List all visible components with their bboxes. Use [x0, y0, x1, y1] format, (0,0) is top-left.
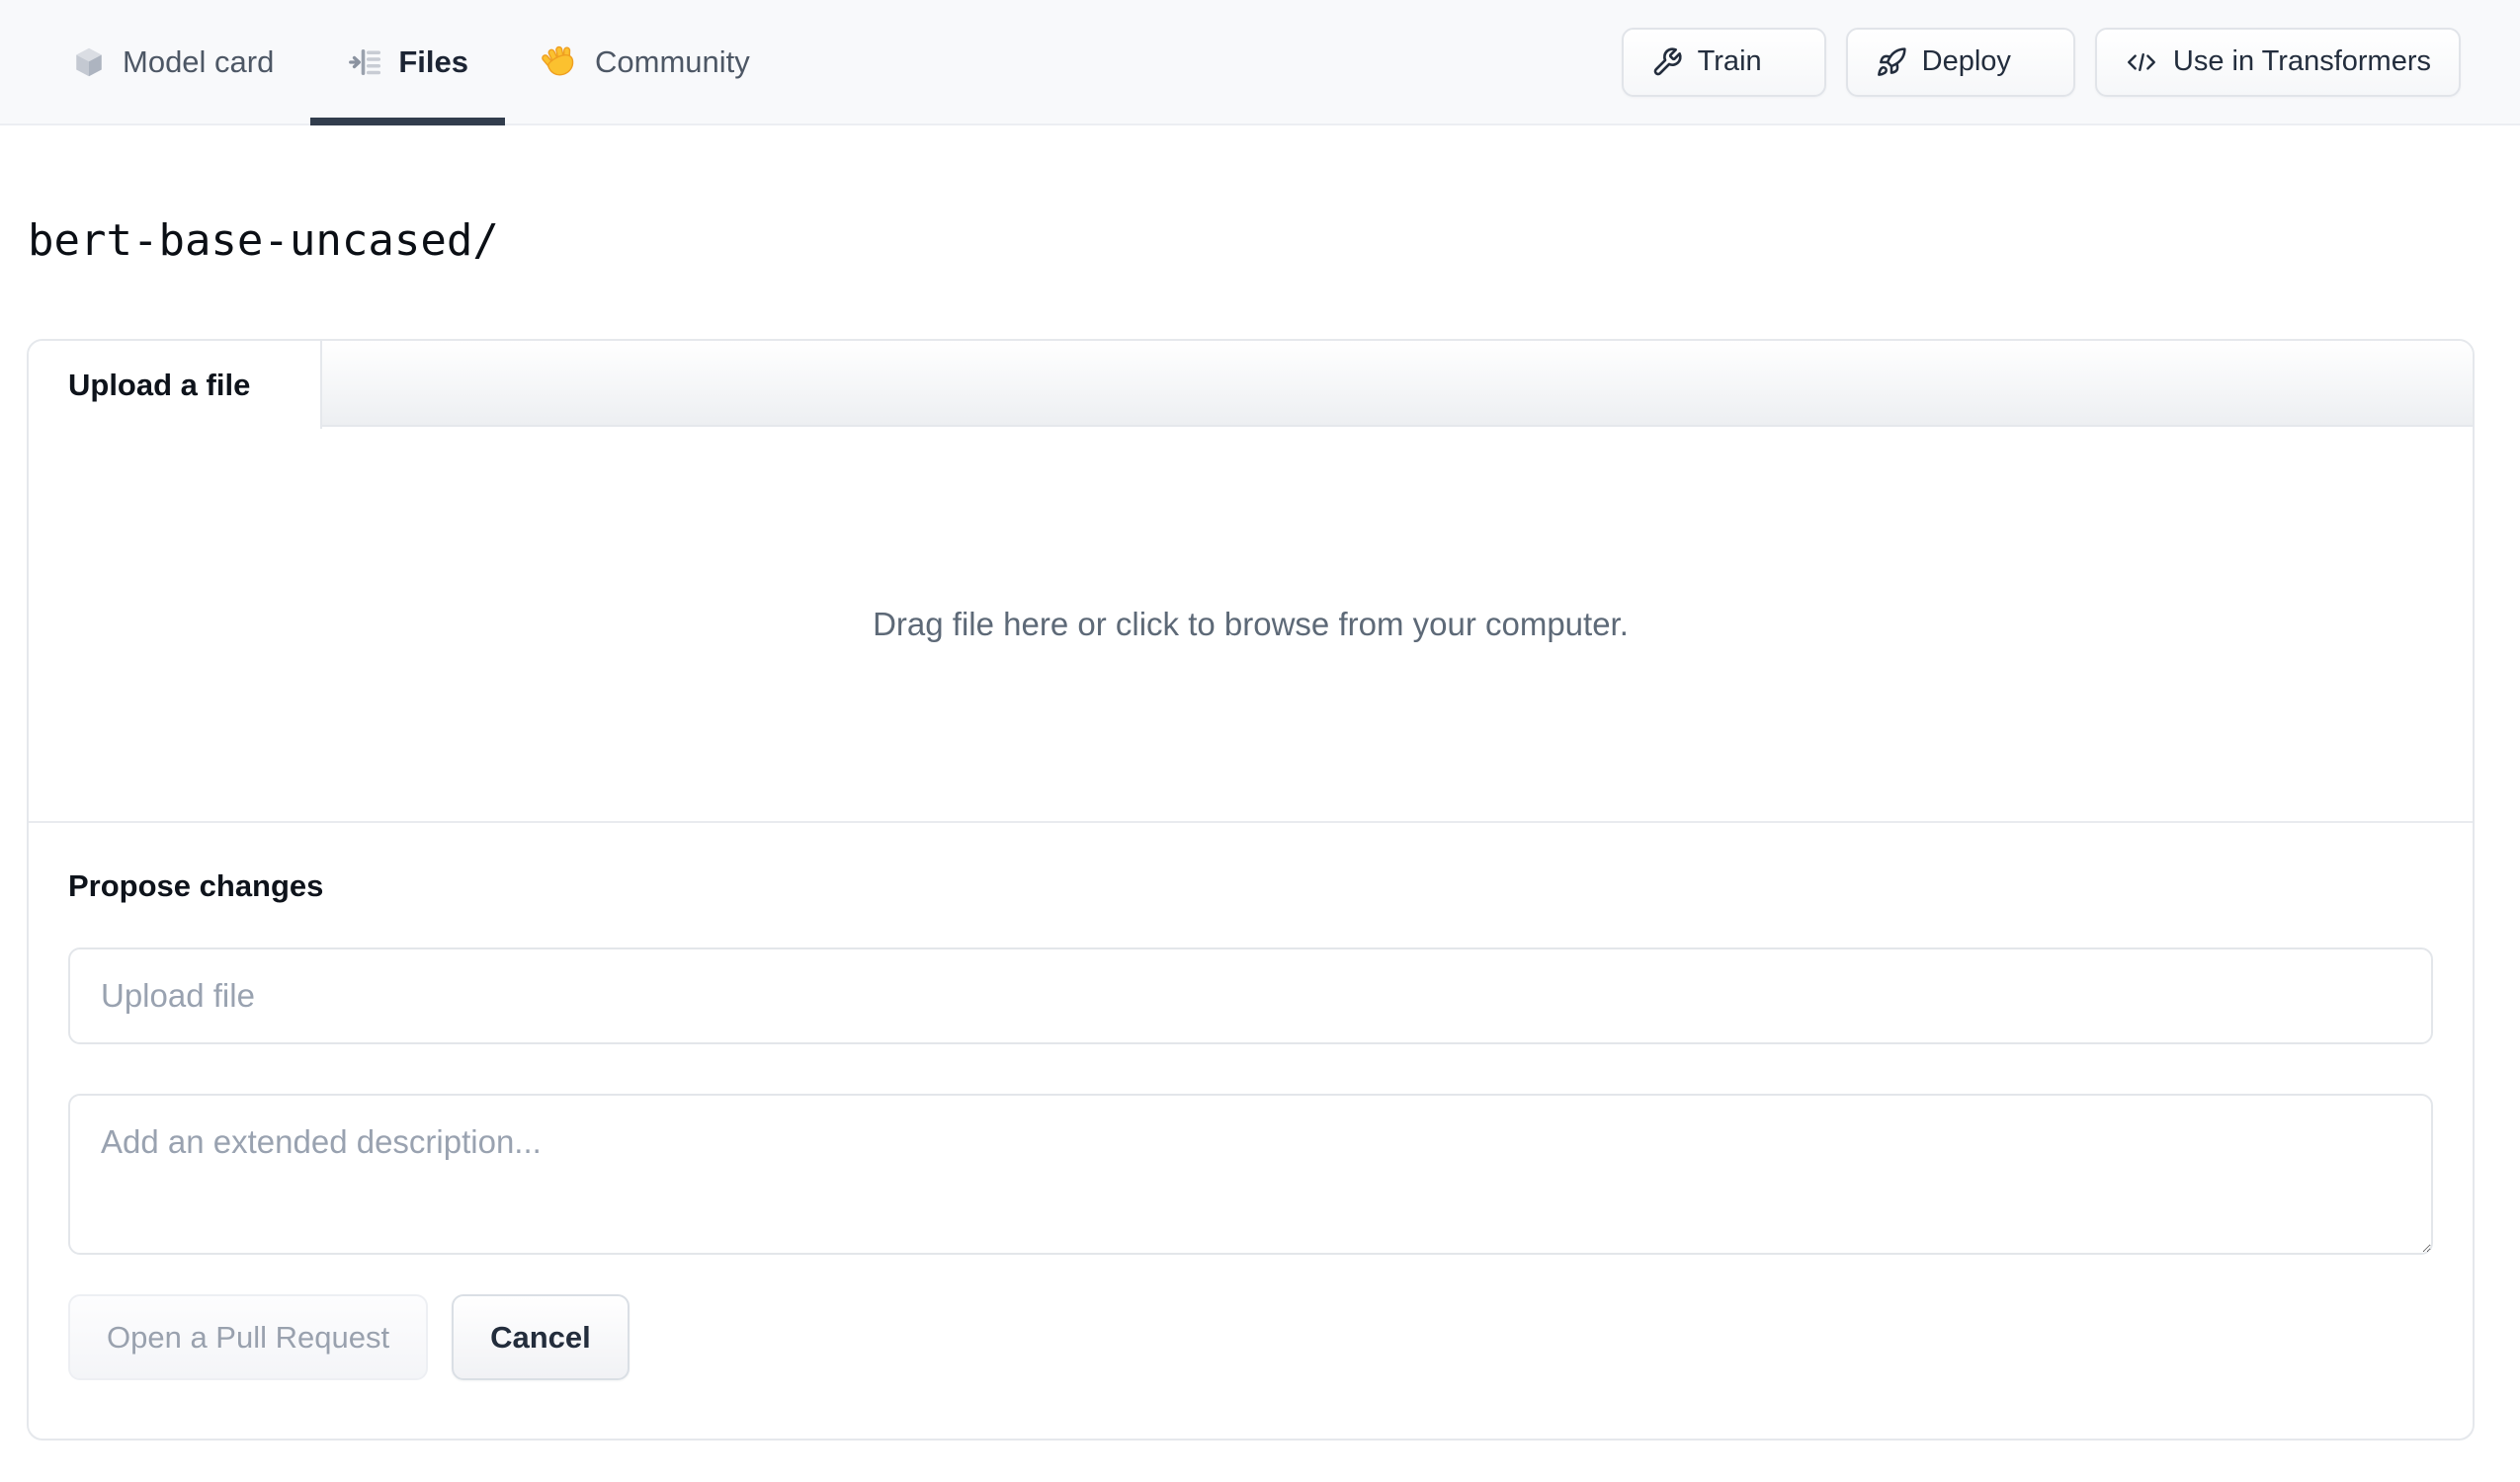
wrench-icon — [1651, 46, 1683, 78]
tab-community-label: Community — [595, 43, 750, 79]
cube-icon — [71, 44, 107, 80]
tab-model-card-label: Model card — [123, 43, 275, 79]
repo-action-buttons: Train Deploy Use in Transformers — [1621, 0, 2461, 124]
train-button[interactable]: Train — [1621, 27, 1826, 97]
waving-hand-icon — [542, 43, 579, 81]
tab-files[interactable]: Files — [310, 0, 505, 125]
code-icon — [2125, 45, 2158, 79]
use-in-transformers-label: Use in Transformers — [2172, 45, 2431, 77]
upload-filename-input[interactable] — [68, 947, 2433, 1044]
train-button-label: Train — [1697, 45, 1762, 77]
tab-header-filler — [322, 341, 2473, 427]
tab-files-label: Files — [398, 43, 469, 79]
open-pull-request-button[interactable]: Open a Pull Request — [68, 1294, 429, 1380]
repo-nav-tabs: Model card Files Community — [35, 0, 787, 125]
propose-changes-heading: Propose changes — [68, 868, 324, 903]
tab-upload-a-file[interactable]: Upload a file — [29, 341, 322, 429]
deploy-button-label: Deploy — [1921, 45, 2011, 77]
rocket-icon — [1876, 46, 1907, 78]
dropzone-hint-text: Drag file here or click to browse from y… — [873, 605, 1629, 642]
file-dropzone[interactable]: Drag file here or click to browse from y… — [29, 427, 2473, 823]
upload-file-card: Upload a file Drag file here or click to… — [27, 339, 2475, 1441]
top-navbar: Model card Files Community Train Deploy … — [0, 0, 2520, 125]
cancel-button[interactable]: Cancel — [452, 1294, 630, 1380]
file-tree-icon — [347, 44, 382, 80]
tab-upload-a-file-label: Upload a file — [68, 367, 251, 402]
repo-path: bert-base-uncased/ — [28, 215, 499, 266]
propose-changes-section: Propose changes Open a Pull Request Canc… — [29, 823, 2473, 1380]
deploy-button[interactable]: Deploy — [1845, 27, 2075, 97]
extended-description-textarea[interactable] — [68, 1094, 2433, 1255]
propose-actions-row: Open a Pull Request Cancel — [68, 1294, 2433, 1380]
use-in-transformers-button[interactable]: Use in Transformers — [2094, 27, 2461, 97]
tab-community[interactable]: Community — [505, 0, 787, 124]
tab-model-card[interactable]: Model card — [35, 0, 310, 124]
upload-card-tab-header: Upload a file — [29, 341, 2473, 429]
